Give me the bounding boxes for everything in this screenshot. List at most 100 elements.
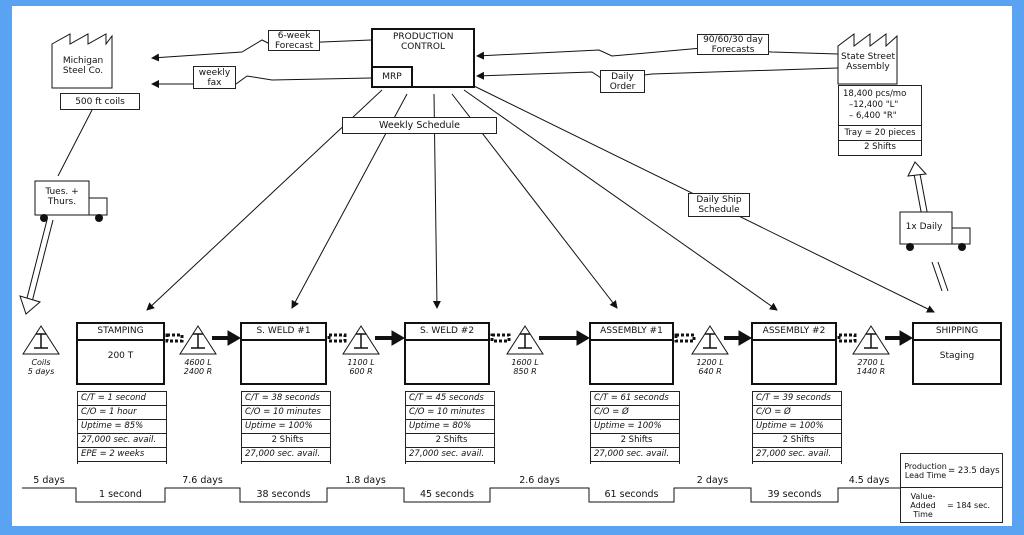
inventory-qty-1: Coils [31,358,51,367]
timeline-wait-time: 1.8 days [345,475,386,486]
process-data-row: C/O = Ø [591,406,679,420]
inventory-label: 4600 L 2400 R [173,358,223,376]
weekly-fax-label: weekly fax [193,66,236,89]
customer-forecast-label: 90/60/30 day Forecasts [697,34,769,55]
inventory-qty-1: 4600 L [184,358,212,367]
weekly-schedule-label: Weekly Schedule [342,117,497,134]
lead-time-value: = 23.5 days [948,465,1000,476]
timeline-wait-time: 2 days [696,475,729,486]
summary-box: Production Lead Time = 23.5 days Value-Ad… [900,453,1003,523]
process-detail [406,341,488,351]
supplier-label: Michigan Steel Co. [62,56,104,76]
process-data-row: 27,000 sec. avail. [753,448,841,462]
inventory-triangle-icon [342,325,380,355]
process-name: S. WELD #1 [242,324,325,341]
timeline-wait-time: 4.5 days [848,475,890,486]
process-data-row: C/T = 38 seconds [242,392,330,406]
process-data-row: 27,000 sec. avail. [78,434,166,448]
inventory-qty-1: 1600 L [511,358,539,367]
process-name: S. WELD #2 [406,324,488,341]
process-data-row: C/O = 10 minutes [406,406,494,420]
process-data-row: Uptime = 100% [242,420,330,434]
inventory-label: Coils 5 days [16,358,66,376]
timeline-wait-time: 5 days [33,475,65,486]
timeline-process-time: 38 seconds [256,489,311,500]
customer-demand-r: – 6,400 "R" [849,111,897,121]
process-data-row: C/T = 61 seconds [591,392,679,406]
timeline-process-time: 1 second [99,489,142,500]
process-data-row: 2 Shifts [753,434,841,448]
process-data-row: Uptime = 80% [406,420,494,434]
process-data-row: 27,000 sec. avail. [591,448,679,462]
process-name: SHIPPING [914,324,1000,341]
process-box: ASSEMBLY #1 [589,322,674,385]
process-data-row: C/T = 45 seconds [406,392,494,406]
process-data-row: 2 Shifts [591,434,679,448]
customer-tray: Tray = 20 pieces [839,126,921,141]
process-data-box: C/T = 1 second C/O = 1 hour Uptime = 85% 27… [77,391,167,464]
six-week-forecast-label: 6-week Forecast [268,30,320,51]
process-detail: Staging [939,351,975,361]
timeline-wait-time: 7.6 days [182,475,223,486]
process-data-row: C/T = 39 seconds [753,392,841,406]
inventory-qty-1: 2700 L [857,358,885,367]
inventory-qty-2: 2400 R [183,367,213,376]
customer-demand-l: –12,400 "L" [849,100,899,110]
inventory-qty-2: 5 days [27,367,55,376]
process-detail [242,341,325,351]
daily-order-label: Daily Order [600,70,645,93]
customer-name: State Street Assembly [840,52,896,72]
process-data-box: C/T = 61 seconds C/O = Ø Uptime = 100% 2 Sh… [590,391,680,464]
process-data-row: Uptime = 100% [591,420,679,434]
timeline-process-time: 39 seconds [767,489,822,500]
production-control-box: PRODUCTION CONTROL MRP [371,28,475,88]
process-data-row: 27,000 sec. avail. [406,448,494,462]
timeline-process-time: 45 seconds [420,489,474,500]
inventory-triangle-icon [506,325,544,355]
inventory-label: 2700 L 1440 R [846,358,896,376]
process-box: S. WELD #2 [404,322,490,385]
inventory-triangle-icon [852,325,890,355]
inventory-qty-1: 1100 L [347,358,375,367]
process-name: ASSEMBLY #2 [753,324,835,341]
process-detail: 200 T [107,351,134,361]
supplier-name: Michigan Steel Co. [57,54,109,78]
inventory-qty-2: 850 R [513,367,537,376]
process-data-row: 27,000 sec. avail. [242,448,330,462]
process-data-row: EPE = 2 weeks [78,448,166,462]
process-data-row: C/O = Ø [753,406,841,420]
process-detail [591,341,672,351]
process-data-box: C/T = 45 seconds C/O = 10 minutes Uptime =… [405,391,495,464]
lead-time-label: Production Lead Time [904,461,947,480]
process-data-row: C/O = 10 minutes [242,406,330,420]
process-data-row: C/O = 1 hour [78,406,166,420]
process-data-row: Uptime = 85% [78,420,166,434]
process-data-row: 2 Shifts [406,434,494,448]
value-added-label: Value-Added Time [910,491,936,519]
outbound-shipment-label: 1x Daily [905,222,943,232]
inventory-qty-2: 600 R [349,367,373,376]
daily-ship-schedule-label: Daily Ship Schedule [688,193,750,217]
inventory-triangle-icon [179,325,217,355]
process-box: SHIPPING Staging [912,322,1002,385]
push-arrow-icon [490,330,590,346]
process-box: STAMPING 200 T [76,322,165,385]
customer-demand-total: 18,400 pcs/mo [843,89,907,99]
production-control-title: PRODUCTION CONTROL [393,32,454,52]
timeline-process-time: 61 seconds [604,489,659,500]
process-detail [753,341,835,351]
process-box: ASSEMBLY #2 [751,322,837,385]
inventory-label: 1100 L 600 R [336,358,386,376]
inventory-label: 1200 L 640 R [685,358,735,376]
mrp-box: MRP [371,66,413,88]
customer-data-box: 18,400 pcs/mo –12,400 "L" – 6,400 "R" Tr… [838,85,922,156]
inventory-qty-2: 640 R [698,367,722,376]
inventory-qty-1: 1200 L [696,358,724,367]
customer-shifts: 2 Shifts [864,142,896,152]
supplier-material: 500 ft coils [60,93,140,110]
process-data-row: C/T = 1 second [78,392,166,406]
value-stream-map: Michigan Steel Co. 500 ft coils State St… [12,6,1012,526]
process-data-row: 2 Shifts [242,434,330,448]
inbound-shipment-label: Tues. + Thurs. [45,187,79,207]
inventory-triangle-icon [22,325,60,355]
